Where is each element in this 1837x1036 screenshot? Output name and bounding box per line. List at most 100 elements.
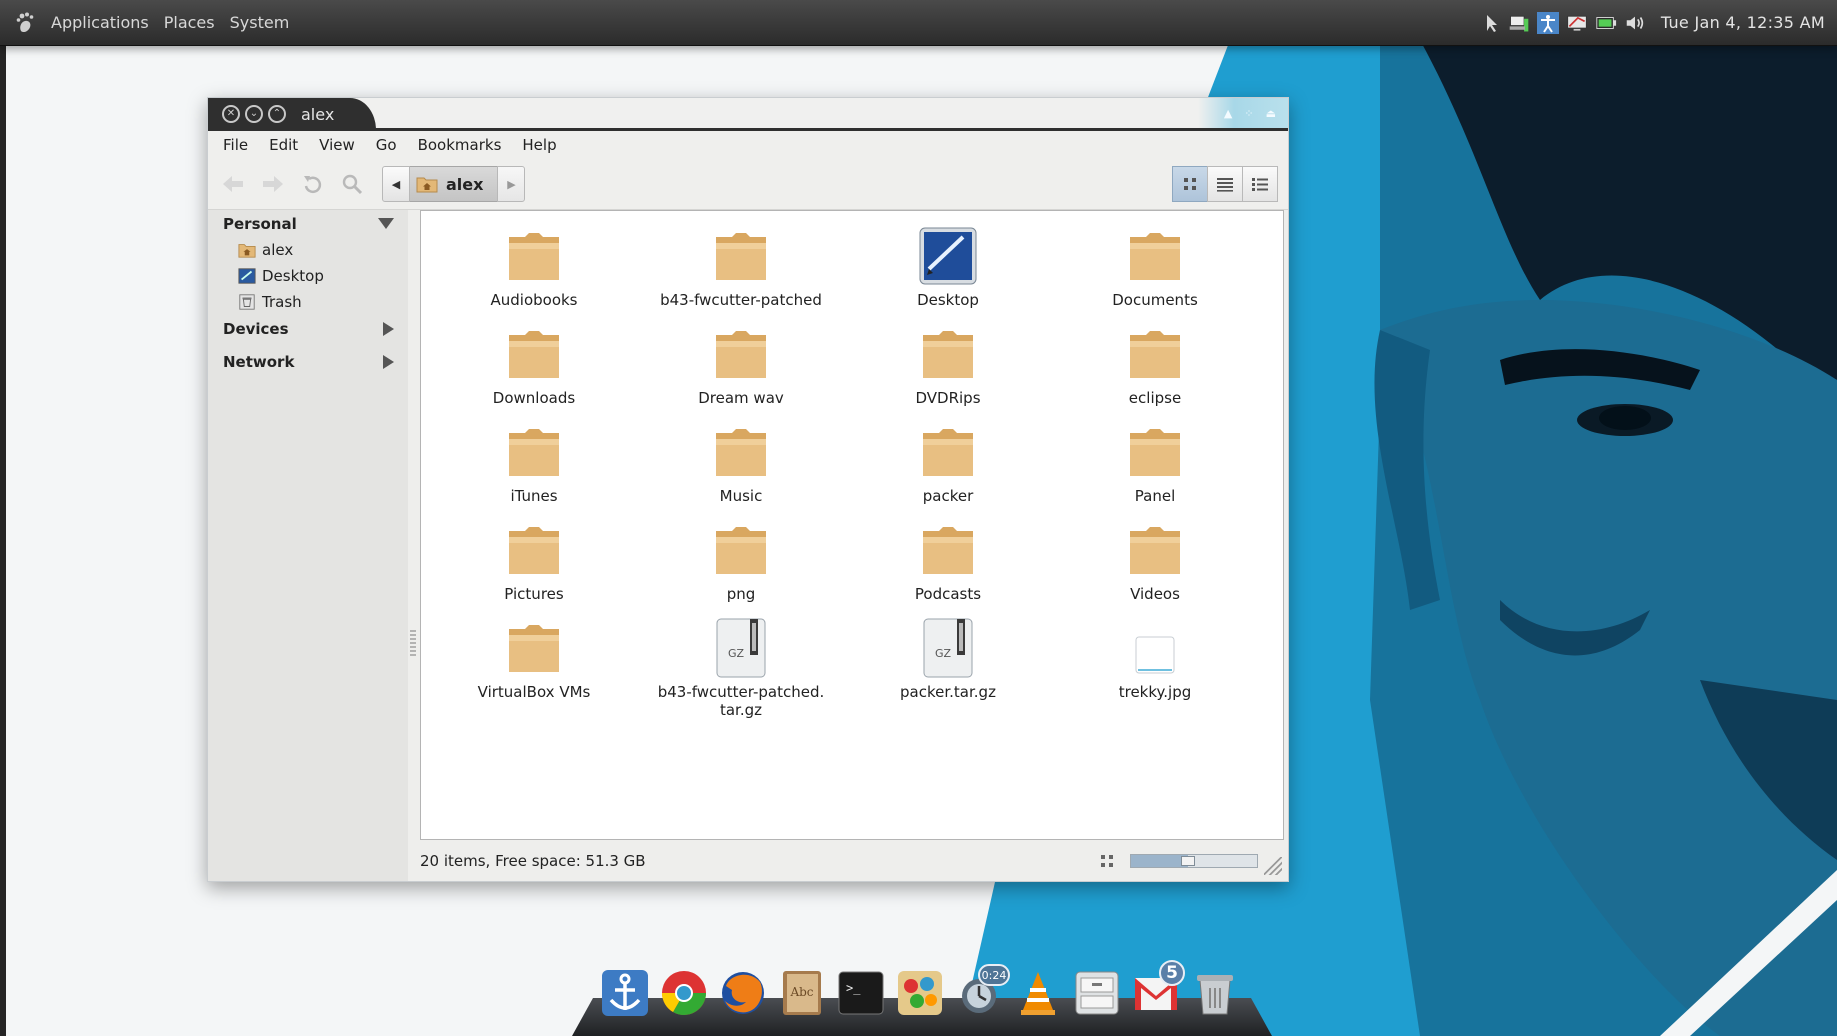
file-item[interactable]: Desktop bbox=[848, 225, 1048, 309]
menu-edit[interactable]: Edit bbox=[269, 136, 298, 154]
accessibility-icon[interactable] bbox=[1536, 11, 1559, 34]
file-item[interactable]: Videos bbox=[1055, 519, 1255, 603]
file-item[interactable]: b43-fwcutter-patched bbox=[641, 225, 841, 309]
titlebar[interactable]: ✕ ⌄ ⌃ alex ▲ ⁘ ⏏ bbox=[208, 98, 1288, 131]
file-name: Panel bbox=[1134, 487, 1176, 505]
folder-icon bbox=[923, 527, 973, 574]
clock[interactable]: Tue Jan 4, 12:35 AM bbox=[1661, 13, 1825, 32]
dock-trash-icon[interactable] bbox=[1190, 968, 1240, 1018]
back-icon[interactable] bbox=[218, 169, 248, 199]
file-item[interactable]: png bbox=[641, 519, 841, 603]
folder-icon bbox=[509, 527, 559, 574]
sidebar-item-desktop[interactable]: Desktop bbox=[208, 263, 408, 289]
file-item[interactable]: iTunes bbox=[434, 421, 634, 505]
folder-icon bbox=[509, 429, 559, 476]
file-item[interactable]: Audiobooks bbox=[434, 225, 634, 309]
volume-icon[interactable] bbox=[1624, 13, 1646, 33]
gnome-foot-icon[interactable] bbox=[14, 11, 38, 35]
dock-chrome-icon[interactable] bbox=[659, 968, 709, 1018]
file-item[interactable]: packer bbox=[848, 421, 1048, 505]
file-item[interactable]: eclipse bbox=[1055, 323, 1255, 407]
dock-firefox-icon[interactable] bbox=[718, 968, 768, 1018]
file-item[interactable]: VirtualBox VMs bbox=[434, 617, 634, 701]
mouse-icon[interactable] bbox=[1479, 13, 1501, 33]
list-view-button[interactable] bbox=[1207, 166, 1243, 202]
file-item[interactable]: GZ packer.tar.gz bbox=[848, 617, 1048, 701]
zoom-slider[interactable] bbox=[1130, 854, 1258, 868]
file-name: Dream wav bbox=[698, 389, 784, 407]
sidebar-item-trash[interactable]: Trash bbox=[208, 289, 408, 315]
view-switcher bbox=[1172, 166, 1278, 202]
sticky-icon[interactable]: ⁘ bbox=[1244, 107, 1253, 120]
dock-timer-icon[interactable]: 0:24 bbox=[954, 964, 1010, 1018]
zoom-icon[interactable] bbox=[1100, 854, 1114, 868]
system-menu[interactable]: System bbox=[230, 13, 290, 32]
file-name: b43-fwcutter-patched. tar.gz bbox=[657, 683, 825, 719]
collapse-arrow-icon[interactable] bbox=[378, 218, 394, 229]
sidebar-section-label: Network bbox=[223, 352, 295, 371]
file-name: Audiobooks bbox=[490, 291, 578, 309]
sidebar-item-alex[interactable]: alex bbox=[208, 237, 408, 263]
file-item[interactable]: DVDRips bbox=[848, 323, 1048, 407]
file-manager-window: ✕ ⌄ ⌃ alex ▲ ⁘ ⏏ File Edit View Go Bookm… bbox=[207, 97, 1289, 882]
dock-gmail-icon[interactable]: 5 bbox=[1131, 960, 1185, 1018]
trash-icon bbox=[238, 293, 256, 311]
expand-arrow-icon[interactable] bbox=[383, 321, 394, 336]
file-item[interactable]: GZ b43-fwcutter-patched. tar.gz bbox=[641, 617, 841, 719]
compact-view-button[interactable] bbox=[1242, 166, 1278, 202]
menu-bookmarks[interactable]: Bookmarks bbox=[418, 136, 502, 154]
shade-icon[interactable]: ▲ bbox=[1224, 107, 1232, 120]
expand-arrow-icon[interactable] bbox=[383, 354, 394, 369]
file-item[interactable]: Music bbox=[641, 421, 841, 505]
file-item[interactable]: trekky.jpg bbox=[1055, 617, 1255, 701]
menu-view[interactable]: View bbox=[319, 136, 355, 154]
sidebar-section-devices[interactable]: Devices bbox=[208, 315, 408, 342]
file-item[interactable]: Documents bbox=[1055, 225, 1255, 309]
close-icon[interactable]: ✕ bbox=[222, 105, 240, 123]
image-file-icon bbox=[1135, 636, 1175, 674]
menu-help[interactable]: Help bbox=[522, 136, 556, 154]
path-crumb-alex[interactable]: alex bbox=[410, 166, 498, 202]
file-item[interactable]: Podcasts bbox=[848, 519, 1048, 603]
dock-vlc-icon[interactable] bbox=[1013, 968, 1063, 1018]
minimize-icon[interactable]: ⌄ bbox=[245, 105, 263, 123]
window-resize-grip[interactable] bbox=[1264, 857, 1282, 875]
menu-go[interactable]: Go bbox=[376, 136, 397, 154]
above-icon[interactable]: ⏏ bbox=[1266, 107, 1276, 120]
dock-terminal-icon[interactable]: >_ bbox=[836, 968, 886, 1018]
dock-dictionary-icon[interactable]: Abc bbox=[777, 968, 827, 1018]
battery-icon[interactable] bbox=[1595, 13, 1617, 33]
sidebar-section-label: Devices bbox=[223, 319, 289, 338]
menu-file[interactable]: File bbox=[223, 136, 248, 154]
desktop-icon bbox=[238, 267, 256, 285]
path-scroll-left-button[interactable]: ◀ bbox=[382, 166, 410, 202]
file-item[interactable]: Pictures bbox=[434, 519, 634, 603]
places-menu[interactable]: Places bbox=[164, 13, 215, 32]
network-icon[interactable] bbox=[1508, 13, 1530, 33]
dock-files-icon[interactable] bbox=[1072, 968, 1122, 1018]
search-icon[interactable] bbox=[338, 169, 368, 199]
sidebar-section-personal[interactable]: Personal bbox=[208, 210, 408, 237]
status-text: 20 items, Free space: 51.3 GB bbox=[420, 852, 646, 870]
path-scroll-right-button[interactable]: ▶ bbox=[497, 166, 526, 202]
forward-icon[interactable] bbox=[258, 169, 288, 199]
folder-icon bbox=[923, 429, 973, 476]
file-item[interactable]: Panel bbox=[1055, 421, 1255, 505]
folder-icon bbox=[509, 625, 559, 672]
dock-paint-icon[interactable] bbox=[895, 968, 945, 1018]
folder-icon bbox=[1130, 233, 1180, 280]
maximize-icon[interactable]: ⌃ bbox=[268, 105, 286, 123]
sidebar-section-network[interactable]: Network bbox=[208, 348, 408, 375]
file-item[interactable]: Dream wav bbox=[641, 323, 841, 407]
sidebar-resize-handle[interactable] bbox=[410, 630, 416, 656]
file-name: b43-fwcutter-patched bbox=[660, 291, 822, 309]
dock-anchor-icon[interactable] bbox=[600, 968, 650, 1018]
reload-icon[interactable] bbox=[298, 169, 328, 199]
title-tab: ✕ ⌄ ⌃ alex bbox=[208, 98, 376, 130]
display-icon[interactable] bbox=[1566, 13, 1588, 33]
toolbar: ◀ alex ▶ bbox=[208, 159, 1288, 210]
applications-menu[interactable]: Applications bbox=[51, 13, 149, 32]
file-item[interactable]: Downloads bbox=[434, 323, 634, 407]
zoom-slider-handle[interactable] bbox=[1180, 856, 1195, 866]
icon-view-button[interactable] bbox=[1172, 166, 1208, 202]
